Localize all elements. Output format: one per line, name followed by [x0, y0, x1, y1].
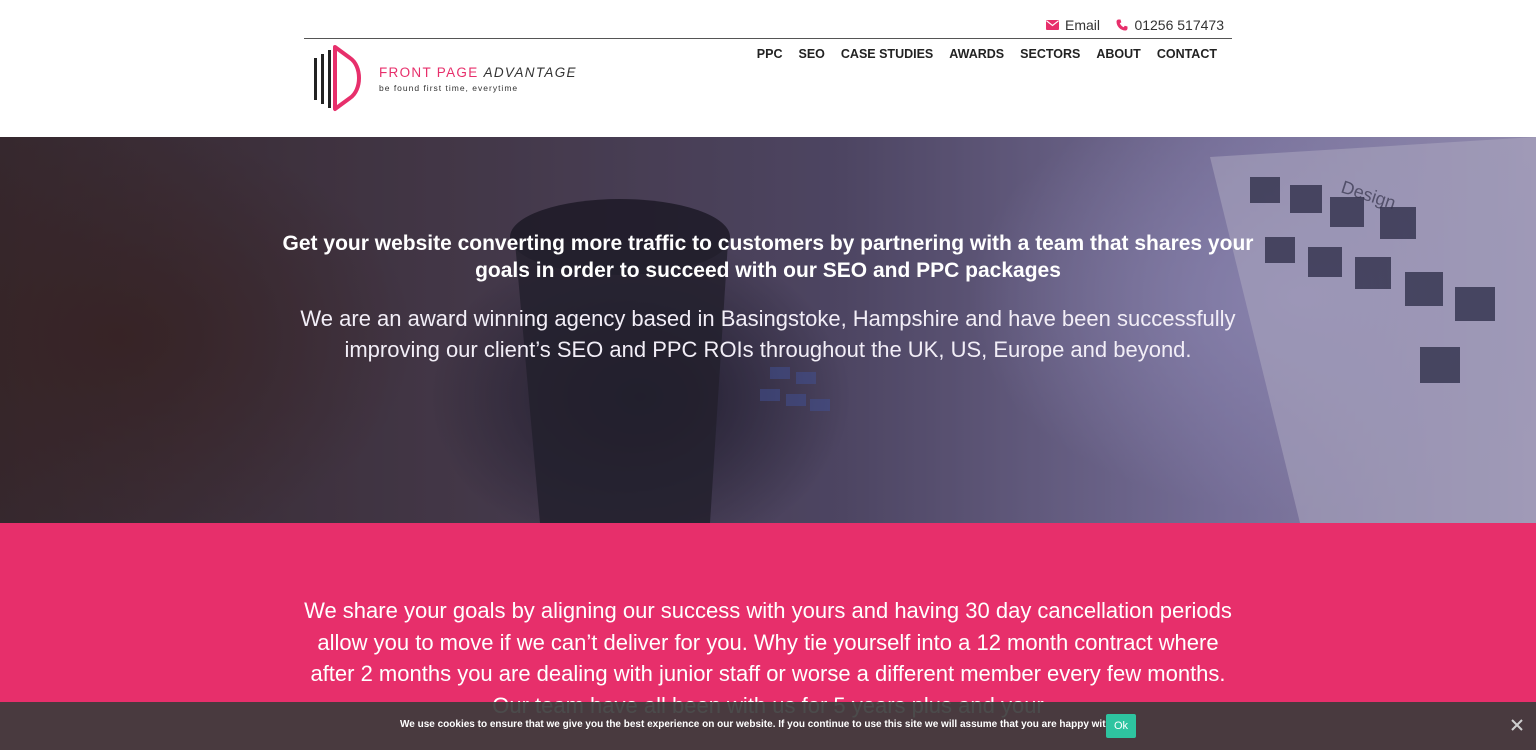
nav-item-awards[interactable]: AWARDS	[949, 47, 1004, 61]
top-contact-bar: Email 01256 517473	[304, 14, 1232, 38]
close-icon[interactable]	[1510, 718, 1524, 732]
nav-item-sectors[interactable]: SECTORS	[1020, 47, 1080, 61]
logo-name: FRONT PAGE ADVANTAGE	[379, 65, 577, 80]
logo-mark-icon	[314, 45, 361, 111]
site-logo[interactable]: FRONT PAGE ADVANTAGE be found first time…	[313, 44, 593, 112]
nav-item-about[interactable]: ABOUT	[1096, 47, 1140, 61]
hero-heading: Get your website converting more traffic…	[282, 232, 1254, 282]
envelope-icon	[1045, 20, 1059, 30]
logo-name-part1: FRONT PAGE	[379, 65, 479, 80]
phone-link[interactable]: 01256 517473	[1116, 17, 1224, 33]
logo-tagline: be found first time, everytime	[379, 83, 519, 93]
cookie-ok-button[interactable]: Ok	[1106, 714, 1136, 738]
hero-subtext: We are an award winning agency based in …	[300, 306, 1236, 362]
email-link[interactable]: Email	[1045, 17, 1100, 33]
hero-banner: Design Get your website converting more …	[0, 137, 1536, 523]
logo-name-part2: ADVANTAGE	[483, 65, 577, 80]
nav-item-contact[interactable]: CONTACT	[1157, 47, 1217, 61]
email-label: Email	[1064, 17, 1100, 33]
nav-item-case-studies[interactable]: CASE STUDIES	[841, 47, 933, 61]
site-header: Email 01256 517473 FRONT PAGE ADVANTAGE …	[0, 0, 1536, 137]
phone-icon	[1116, 19, 1128, 31]
nav-item-seo[interactable]: SEO	[798, 47, 824, 61]
cookie-message: We use cookies to ensure that we give yo…	[400, 719, 1124, 730]
cookie-notice-bar: We use cookies to ensure that we give yo…	[0, 702, 1536, 750]
phone-label: 01256 517473	[1134, 17, 1224, 33]
header-divider	[304, 38, 1232, 39]
main-nav: PPC SEO CASE STUDIES AWARDS SECTORS ABOU…	[757, 47, 1217, 61]
nav-item-ppc[interactable]: PPC	[757, 47, 783, 61]
